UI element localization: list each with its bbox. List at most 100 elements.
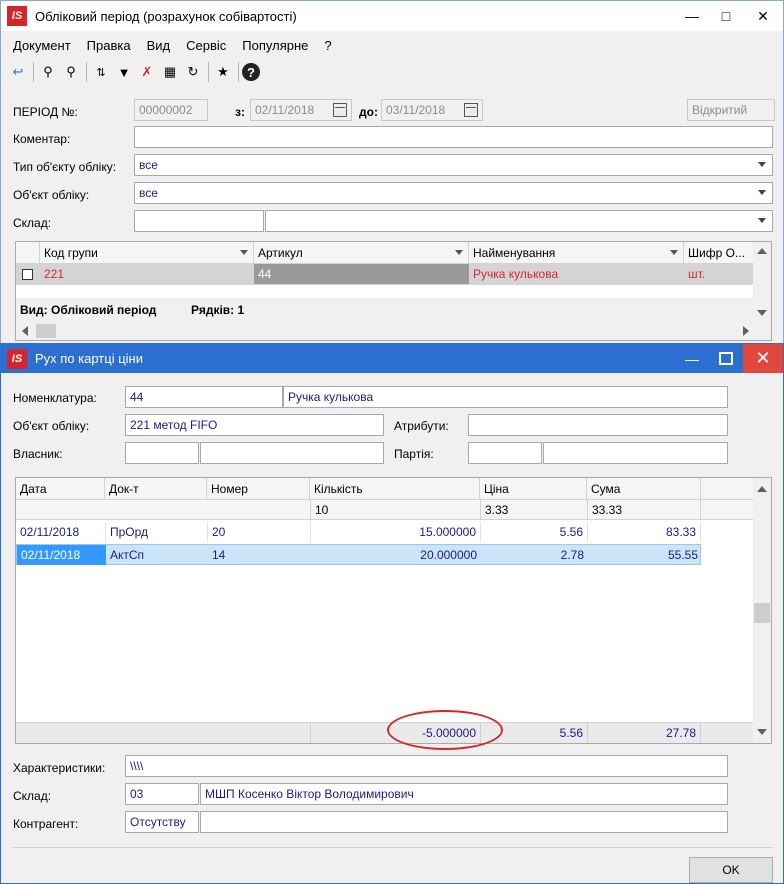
comment-label: Коментар: [13,132,71,146]
highlight-ellipse [387,710,503,750]
grid-header-article[interactable]: Артикул [254,242,469,264]
menu-help[interactable]: ? [324,38,331,53]
col-header-doc[interactable]: Док-т [105,478,207,500]
opening-balance-row: 10 3.33 33.33 [16,500,755,520]
menubar: Документ Правка Вид Сервіс Популярне ? [1,35,783,55]
maximize-icon[interactable] [709,344,743,373]
open-document-icon[interactable]: ↩ [7,61,29,83]
row-checkbox[interactable] [22,269,33,280]
cell-doc: АктСп [110,548,145,562]
clear-filter-icon[interactable]: ✗ [136,61,158,83]
main-titlebar: IS Обліковий період (розрахунок собіварт… [1,1,783,31]
attributes-field[interactable] [468,414,728,436]
chevron-down-icon[interactable] [758,190,766,195]
cell-number: 14 [212,548,226,562]
warehouse-code-field[interactable] [134,210,264,232]
table-row[interactable]: 02/11/2018 ПрОрд 20 15.000000 5.56 83.33 [16,522,701,543]
favorites-icon[interactable]: ★ [212,61,234,83]
cell-doc: ПрОрд [105,522,207,542]
warehouse-code-field[interactable]: 03 [125,783,199,805]
object-field[interactable]: 221 метод FIFO [125,414,384,436]
search-icon[interactable]: ⚲ [37,61,59,83]
opening-sum: 33.33 [587,500,701,520]
owner-name-field[interactable] [200,442,384,464]
object-value: все [139,186,158,200]
minimize-icon[interactable]: — [675,1,709,31]
owner-label: Власник: [13,447,63,461]
footer-rows: Рядків: 1 [191,303,245,317]
cell-unit: шт. [688,267,706,281]
grid-horizontal-scrollbar[interactable] [16,322,771,340]
table-row-selected[interactable]: 02/11/2018 АктСп 14 20.000000 2.78 55.55 [16,544,701,565]
menu-edit[interactable]: Правка [87,38,131,53]
warehouse-select[interactable] [265,210,773,232]
object-select[interactable]: все [134,182,773,204]
dialog-divider [13,847,773,848]
grid-vertical-scrollbar[interactable] [753,242,771,322]
nomenclature-code-field[interactable]: 44 [125,386,283,408]
warehouse-name-field[interactable]: МШП Косенко Віктор Володимирович [200,783,728,805]
characteristics-field[interactable]: \\\\ [125,755,728,777]
col-header-sum[interactable]: Сума [587,478,701,500]
items-grid: Код групи Артикул Найменування Шифр О...… [15,241,772,341]
period-label: ПЕРІОД №: [13,105,78,119]
nomenclature-name-field[interactable]: Ручка кулькова [283,386,728,408]
grid-header-group-code[interactable]: Код групи [40,242,254,264]
col-header-number[interactable]: Номер [207,478,310,500]
chevron-down-icon[interactable] [758,162,766,167]
chevron-down-icon[interactable] [758,218,766,223]
comment-field[interactable] [134,126,773,148]
cell-quantity: 20.000000 [420,548,477,562]
to-date-field[interactable]: 03/11/2018 [381,99,483,121]
object-label: Об'єкт обліку: [13,188,90,202]
warehouse-label: Склад: [13,216,52,230]
grid-header-unit[interactable]: Шифр О... [684,242,754,264]
cell-date: 02/11/2018 [17,545,106,565]
filter-icon[interactable]: ▼ [113,61,135,83]
menu-popular[interactable]: Популярне [242,38,308,53]
contractor-label: Контрагент: [13,817,79,831]
main-window-title: Обліковий період (розрахунок собівартост… [35,8,297,24]
batch-code-field[interactable] [468,442,542,464]
calendar-icon[interactable] [464,103,478,117]
refresh-icon[interactable]: ↻ [182,61,204,83]
nomenclature-label: Номенклатура: [13,391,97,405]
totals-row: -5.000000 5.56 27.78 [16,722,755,743]
movement-table: Дата Док-т Номер Кількість Ціна Сума 10 … [15,477,772,744]
col-header-quantity[interactable]: Кількість [310,478,480,500]
search-next-icon[interactable]: ⚲ [60,61,82,83]
cell-article: 44 [254,264,469,284]
to-label: до: [359,105,378,119]
main-window: IS Обліковий період (розрахунок собіварт… [0,0,784,346]
menu-service[interactable]: Сервіс [186,38,226,53]
contractor-name-field[interactable] [200,811,728,833]
menu-document[interactable]: Документ [13,38,71,53]
menu-view[interactable]: Вид [147,38,171,53]
table-row[interactable]: 221 44 Ручка кулькова шт. [16,264,754,285]
owner-code-field[interactable] [125,442,199,464]
help-icon[interactable]: ? [242,63,260,81]
app-logo-icon: IS [7,6,27,26]
grid-footer: Вид: Обліковий період Рядків: 1 [16,298,754,322]
to-date-value: 03/11/2018 [386,103,446,117]
contractor-code-field[interactable]: Отсутству [125,811,199,833]
cell-group-code: 221 [44,267,65,281]
minimize-icon[interactable]: — [675,344,709,373]
close-icon[interactable]: ✕ [743,344,783,373]
cell-name: Ручка кулькова [473,267,559,281]
object-type-select[interactable]: все [134,154,773,176]
sort-icon[interactable]: ⇅ [90,61,112,83]
ok-button[interactable]: OK [689,857,773,883]
close-icon[interactable]: ✕ [743,1,783,31]
maximize-icon[interactable]: □ [709,1,743,31]
col-header-price[interactable]: Ціна [480,478,587,500]
batch-label: Партія: [394,447,434,461]
dialog-titlebar: IS Рух по картці ціни — ✕ [1,344,783,373]
calendar-icon[interactable] [333,103,347,117]
table-vertical-scrollbar[interactable] [753,478,771,743]
table-icon[interactable]: ▦ [159,61,181,83]
col-header-date[interactable]: Дата [16,478,105,500]
batch-name-field[interactable] [543,442,728,464]
from-date-field[interactable]: 02/11/2018 [250,99,352,121]
grid-header-name[interactable]: Найменування [469,242,684,264]
